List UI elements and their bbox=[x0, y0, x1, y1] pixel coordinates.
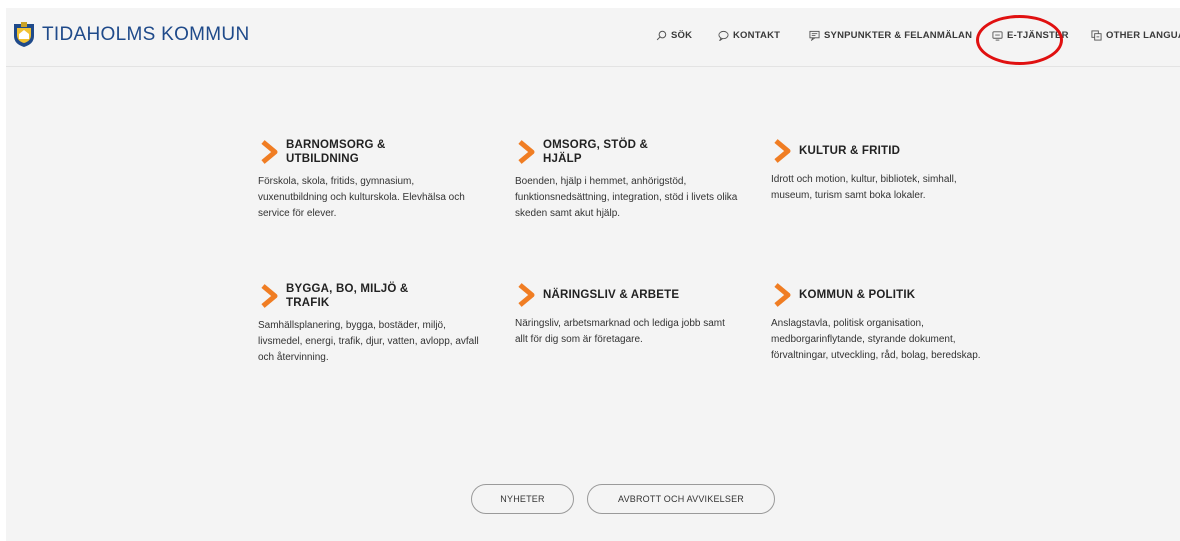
category-description: Näringsliv, arbetsmarknad och lediga job… bbox=[515, 318, 725, 345]
category-description: Förskola, skola, fritids, gymnasium, vux… bbox=[258, 176, 465, 219]
chevron-right-icon bbox=[261, 140, 278, 164]
category-bygga: BYGGA, BO, MILJÖ & TRAFIK Samhällsplaner… bbox=[258, 282, 498, 366]
feedback-icon bbox=[809, 30, 820, 41]
nav-feedback[interactable]: SYNPUNKTER & FELANMÄLAN bbox=[809, 30, 972, 41]
nav-contact[interactable]: KONTAKT bbox=[718, 30, 780, 41]
category-title: BARNOMSORG & UTBILDNING bbox=[286, 139, 386, 165]
chevron-right-icon bbox=[774, 283, 791, 307]
category-title: OMSORG, STÖD & HJÄLP bbox=[543, 139, 649, 165]
category-link[interactable]: NÄRINGSLIV & ARBETE bbox=[515, 282, 755, 308]
search-icon bbox=[656, 30, 667, 41]
chat-bubble-icon bbox=[718, 30, 729, 41]
category-omsorg: OMSORG, STÖD & HJÄLP Boenden, hjälp i he… bbox=[515, 138, 755, 222]
nav-e-services[interactable]: E-TJÄNSTER bbox=[992, 30, 1069, 41]
chevron-right-icon bbox=[518, 140, 535, 164]
category-title: KULTUR & FRITID bbox=[799, 145, 901, 157]
chevron-right-icon bbox=[518, 283, 535, 307]
translate-icon bbox=[1091, 30, 1102, 41]
category-title: KOMMUN & POLITIK bbox=[799, 289, 916, 301]
nav-other-languages-label: OTHER LANGUAG bbox=[1106, 30, 1180, 41]
nav-other-languages[interactable]: OTHER LANGUAG bbox=[1091, 30, 1180, 41]
chevron-right-icon bbox=[774, 139, 791, 163]
category-link[interactable]: BYGGA, BO, MILJÖ & TRAFIK bbox=[258, 282, 498, 310]
category-title: BYGGA, BO, MILJÖ & TRAFIK bbox=[286, 283, 409, 309]
category-title: NÄRINGSLIV & ARBETE bbox=[543, 289, 680, 301]
category-description: Anslagstavla, politisk organisation, med… bbox=[771, 318, 981, 361]
category-naringsliv: NÄRINGSLIV & ARBETE Näringsliv, arbetsma… bbox=[515, 282, 755, 348]
category-description: Idrott och motion, kultur, bibliotek, si… bbox=[771, 174, 957, 201]
nav-feedback-label: SYNPUNKTER & FELANMÄLAN bbox=[824, 30, 973, 41]
category-link[interactable]: BARNOMSORG & UTBILDNING bbox=[258, 138, 498, 166]
category-barnomsorg: BARNOMSORG & UTBILDNING Förskola, skola,… bbox=[258, 138, 498, 222]
nav-contact-label: KONTAKT bbox=[733, 30, 781, 41]
logo-text: TIDAHOLMS KOMMUN bbox=[42, 24, 250, 45]
category-link[interactable]: KULTUR & FRITID bbox=[771, 138, 1011, 164]
nav-e-services-label: E-TJÄNSTER bbox=[1007, 30, 1069, 41]
category-description: Samhällsplanering, bygga, bostäder, milj… bbox=[258, 320, 479, 363]
news-button[interactable]: NYHETER bbox=[471, 484, 574, 514]
monitor-icon bbox=[992, 31, 1003, 41]
category-link[interactable]: KOMMUN & POLITIK bbox=[771, 282, 1011, 308]
site-header: TIDAHOLMS KOMMUN SÖK KONTAKT SYNPUNKTER … bbox=[6, 8, 1180, 67]
nav-search-label: SÖK bbox=[671, 30, 693, 41]
site-logo[interactable]: TIDAHOLMS KOMMUN bbox=[12, 22, 249, 48]
nav-search[interactable]: SÖK bbox=[656, 30, 692, 41]
category-link[interactable]: OMSORG, STÖD & HJÄLP bbox=[515, 138, 755, 166]
category-kultur: KULTUR & FRITID Idrott och motion, kultu… bbox=[771, 138, 1011, 204]
outages-button[interactable]: AVBROTT OCH AVVIKELSER bbox=[587, 484, 775, 514]
coat-of-arms-icon bbox=[14, 22, 34, 47]
page: TIDAHOLMS KOMMUN SÖK KONTAKT SYNPUNKTER … bbox=[6, 8, 1180, 541]
chevron-right-icon bbox=[261, 284, 278, 308]
category-description: Boenden, hjälp i hemmet, anhörigstöd, fu… bbox=[515, 176, 738, 219]
category-kommun: KOMMUN & POLITIK Anslagstavla, politisk … bbox=[771, 282, 1011, 364]
